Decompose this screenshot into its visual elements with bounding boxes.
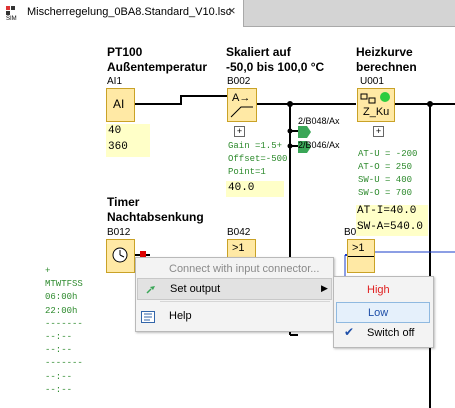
u001-values: AT-I=40.0 SW-A=540.0 bbox=[356, 205, 428, 236]
menu-help[interactable]: Help bbox=[137, 306, 332, 328]
b-right-id: B0 bbox=[344, 227, 357, 238]
b002-id: B002 bbox=[227, 76, 251, 87]
circuit-canvas[interactable]: PT100 Außentemperatur AI1 AI 40 360 Skali… bbox=[0, 27, 455, 408]
status-led bbox=[380, 92, 390, 102]
clock-icon bbox=[112, 247, 128, 263]
submenu-high[interactable]: High bbox=[336, 280, 430, 301]
submenu-low[interactable]: Low bbox=[336, 302, 430, 323]
ai1-block[interactable]: AI bbox=[106, 88, 135, 122]
sim-program-icon: SIM bbox=[6, 6, 17, 21]
ramp-icon bbox=[230, 106, 253, 118]
close-icon[interactable]: × bbox=[228, 4, 236, 18]
menu-separator bbox=[160, 301, 330, 302]
b-right-block[interactable]: >1 bbox=[347, 239, 375, 273]
tab-title: Mischerregelung_0BA8.Standard_V10.lsc bbox=[27, 6, 232, 18]
b002-block[interactable]: A→ bbox=[227, 88, 257, 122]
tab-program[interactable]: SIM Mischerregelung_0BA8.Standard_V10.ls… bbox=[0, 0, 244, 27]
expand-icon[interactable]: + bbox=[234, 126, 245, 137]
expand-icon[interactable]: + bbox=[373, 126, 384, 137]
b012-id: B012 bbox=[107, 227, 131, 238]
b012-params: + MTWTFSS 06:00h 22:00h ------- --:-- --:-- ---… bbox=[45, 266, 83, 395]
context-menu: Connect with input connector... Set outp… bbox=[135, 257, 334, 332]
ai1-id: AI1 bbox=[107, 76, 123, 87]
u001-block[interactable]: Z_Ku bbox=[357, 88, 395, 122]
u001-title: Heizkurve berechnen bbox=[356, 45, 417, 74]
u001-symbol: Z_Ku bbox=[363, 106, 390, 118]
set-output-submenu: High Low ✔ Switch off bbox=[333, 276, 434, 348]
submenu-arrow-icon: ▶ bbox=[321, 283, 328, 293]
connector-flag-icon bbox=[298, 126, 311, 138]
checkmark-icon: ✔ bbox=[344, 325, 355, 339]
b002-title: Skaliert auf -50,0 bis 100,0 °C bbox=[226, 45, 325, 74]
menu-set-output[interactable]: Set output ▶ bbox=[137, 278, 332, 300]
b002-value: 40.0 bbox=[226, 181, 284, 197]
ai1-title: PT100 Außentemperatur bbox=[107, 45, 208, 74]
submenu-switch-off[interactable]: ✔ Switch off bbox=[336, 323, 430, 344]
pin-icon bbox=[146, 286, 155, 294]
tab-bar: SIM Mischerregelung_0BA8.Standard_V10.ls… bbox=[0, 0, 455, 27]
b002-symbol: A→ bbox=[232, 92, 251, 104]
b042-id: B042 bbox=[227, 227, 251, 238]
ai1-values: 40 360 bbox=[106, 124, 150, 157]
ai1-symbol: AI bbox=[113, 97, 125, 111]
svg-text:SIM: SIM bbox=[6, 16, 17, 21]
help-icon bbox=[141, 311, 155, 323]
udf-icon bbox=[360, 93, 376, 104]
b012-title: Timer Nachtabsenkung bbox=[107, 195, 204, 224]
u001-id: U001 bbox=[360, 76, 384, 87]
b002-params: Gain =1.5+ Offset=-500 Point=1 bbox=[228, 141, 288, 177]
u001-params: AT-U = -200 AT-O = 250 SW-U = 400 SW-O = 70… bbox=[358, 149, 418, 198]
b012-block[interactable] bbox=[106, 239, 135, 273]
